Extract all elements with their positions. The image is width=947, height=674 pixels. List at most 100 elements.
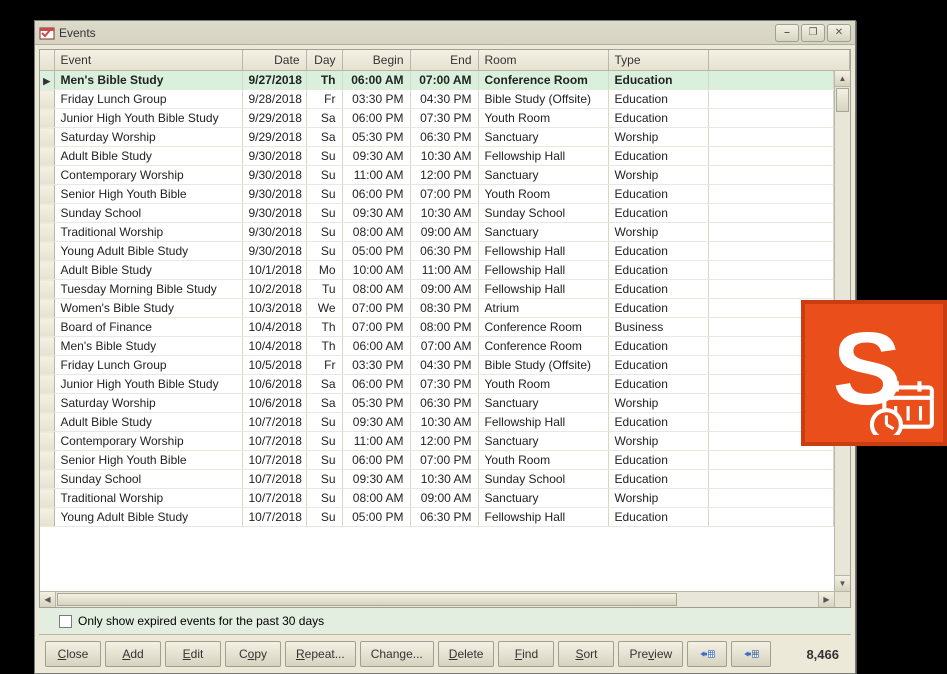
horizontal-scrollbar[interactable]: ◀ ▶ bbox=[40, 591, 850, 607]
day-cell[interactable]: Sa bbox=[306, 109, 342, 128]
day-cell[interactable]: Tu bbox=[306, 280, 342, 299]
room-cell[interactable]: Fellowship Hall bbox=[478, 413, 608, 432]
day-cell[interactable]: Sa bbox=[306, 375, 342, 394]
room-cell[interactable]: Bible Study (Offsite) bbox=[478, 90, 608, 109]
column-header-date[interactable]: Date bbox=[242, 50, 306, 71]
day-cell[interactable]: Sa bbox=[306, 394, 342, 413]
type-cell[interactable]: Education bbox=[608, 508, 708, 527]
scroll-left-button[interactable]: ◀ bbox=[40, 592, 56, 607]
begin-cell[interactable]: 10:00 AM bbox=[342, 261, 410, 280]
table-row[interactable]: Saturday Worship10/6/2018Sa05:30 PM06:30… bbox=[40, 394, 834, 413]
end-cell[interactable]: 09:00 AM bbox=[410, 223, 478, 242]
row-header[interactable] bbox=[40, 394, 54, 413]
type-cell[interactable]: Education bbox=[608, 147, 708, 166]
type-cell[interactable]: Education bbox=[608, 280, 708, 299]
table-row[interactable]: Adult Bible Study10/7/2018Su09:30 AM10:3… bbox=[40, 413, 834, 432]
row-header[interactable] bbox=[40, 204, 54, 223]
begin-cell[interactable]: 03:30 PM bbox=[342, 356, 410, 375]
end-cell[interactable]: 07:00 PM bbox=[410, 185, 478, 204]
table-row[interactable]: Senior High Youth Bible9/30/2018Su06:00 … bbox=[40, 185, 834, 204]
type-cell[interactable]: Business bbox=[608, 318, 708, 337]
type-cell[interactable]: Worship bbox=[608, 394, 708, 413]
day-cell[interactable]: Sa bbox=[306, 128, 342, 147]
table-row[interactable]: Adult Bible Study9/30/2018Su09:30 AM10:3… bbox=[40, 147, 834, 166]
end-cell[interactable]: 08:00 PM bbox=[410, 318, 478, 337]
end-cell[interactable]: 11:00 AM bbox=[410, 261, 478, 280]
day-cell[interactable]: Fr bbox=[306, 90, 342, 109]
date-cell[interactable]: 10/7/2018 bbox=[242, 413, 306, 432]
date-cell[interactable]: 9/30/2018 bbox=[242, 204, 306, 223]
type-cell[interactable]: Education bbox=[608, 337, 708, 356]
type-cell[interactable]: Education bbox=[608, 375, 708, 394]
type-cell[interactable]: Education bbox=[608, 242, 708, 261]
event-cell[interactable]: Contemporary Worship bbox=[54, 166, 242, 185]
begin-cell[interactable]: 06:00 PM bbox=[342, 109, 410, 128]
event-cell[interactable]: Saturday Worship bbox=[54, 128, 242, 147]
room-cell[interactable]: Sanctuary bbox=[478, 128, 608, 147]
table-row[interactable]: Traditional Worship10/7/2018Su08:00 AM09… bbox=[40, 489, 834, 508]
begin-cell[interactable]: 06:00 PM bbox=[342, 451, 410, 470]
end-cell[interactable]: 10:30 AM bbox=[410, 470, 478, 489]
begin-cell[interactable]: 06:00 PM bbox=[342, 185, 410, 204]
day-cell[interactable]: Su bbox=[306, 508, 342, 527]
date-cell[interactable]: 10/4/2018 bbox=[242, 337, 306, 356]
date-cell[interactable]: 10/1/2018 bbox=[242, 261, 306, 280]
room-cell[interactable]: Youth Room bbox=[478, 109, 608, 128]
type-cell[interactable]: Worship bbox=[608, 166, 708, 185]
end-cell[interactable]: 07:00 AM bbox=[410, 71, 478, 90]
room-cell[interactable]: Youth Room bbox=[478, 375, 608, 394]
event-cell[interactable]: Senior High Youth Bible bbox=[54, 185, 242, 204]
row-header[interactable] bbox=[40, 261, 54, 280]
day-cell[interactable]: Su bbox=[306, 451, 342, 470]
begin-cell[interactable]: 07:00 PM bbox=[342, 299, 410, 318]
event-cell[interactable]: Young Adult Bible Study bbox=[54, 508, 242, 527]
room-cell[interactable]: Bible Study (Offsite) bbox=[478, 356, 608, 375]
close-window-button[interactable]: ✕ bbox=[827, 24, 851, 42]
type-cell[interactable]: Education bbox=[608, 451, 708, 470]
close-button[interactable]: Close bbox=[45, 641, 101, 667]
table-row[interactable]: Friday Lunch Group9/28/2018Fr03:30 PM04:… bbox=[40, 90, 834, 109]
room-cell[interactable]: Sunday School bbox=[478, 204, 608, 223]
event-cell[interactable]: Junior High Youth Bible Study bbox=[54, 375, 242, 394]
room-cell[interactable]: Fellowship Hall bbox=[478, 147, 608, 166]
room-cell[interactable]: Sanctuary bbox=[478, 432, 608, 451]
end-cell[interactable]: 06:30 PM bbox=[410, 242, 478, 261]
date-cell[interactable]: 10/6/2018 bbox=[242, 375, 306, 394]
date-cell[interactable]: 9/28/2018 bbox=[242, 90, 306, 109]
day-cell[interactable]: Su bbox=[306, 223, 342, 242]
end-cell[interactable]: 09:00 AM bbox=[410, 489, 478, 508]
horizontal-scroll-thumb[interactable] bbox=[57, 593, 677, 606]
begin-cell[interactable]: 06:00 PM bbox=[342, 375, 410, 394]
end-cell[interactable]: 06:30 PM bbox=[410, 394, 478, 413]
expired-only-checkbox[interactable] bbox=[59, 615, 72, 628]
row-header[interactable] bbox=[40, 337, 54, 356]
room-cell[interactable]: Sanctuary bbox=[478, 166, 608, 185]
column-header-end[interactable]: End bbox=[410, 50, 478, 71]
scroll-right-button[interactable]: ▶ bbox=[818, 592, 834, 607]
titlebar[interactable]: Events ⎯ ❐ ✕ bbox=[35, 21, 855, 45]
date-cell[interactable]: 10/7/2018 bbox=[242, 470, 306, 489]
date-cell[interactable]: 10/7/2018 bbox=[242, 489, 306, 508]
event-cell[interactable]: Junior High Youth Bible Study bbox=[54, 109, 242, 128]
table-row[interactable]: Contemporary Worship10/7/2018Su11:00 AM1… bbox=[40, 432, 834, 451]
type-cell[interactable]: Education bbox=[608, 185, 708, 204]
date-cell[interactable]: 10/5/2018 bbox=[242, 356, 306, 375]
minimize-button[interactable]: ⎯ bbox=[775, 24, 799, 42]
type-cell[interactable]: Education bbox=[608, 299, 708, 318]
copy-button[interactable]: Copy bbox=[225, 641, 281, 667]
table-row[interactable]: Board of Finance10/4/2018Th07:00 PM08:00… bbox=[40, 318, 834, 337]
row-header[interactable] bbox=[40, 280, 54, 299]
event-cell[interactable]: Board of Finance bbox=[54, 318, 242, 337]
day-cell[interactable]: Su bbox=[306, 166, 342, 185]
room-cell[interactable]: Conference Room bbox=[478, 71, 608, 90]
type-cell[interactable]: Worship bbox=[608, 128, 708, 147]
edit-button[interactable]: Edit bbox=[165, 641, 221, 667]
event-cell[interactable]: Tuesday Morning Bible Study bbox=[54, 280, 242, 299]
preview-button[interactable]: Preview bbox=[618, 641, 683, 667]
begin-cell[interactable]: 03:30 PM bbox=[342, 90, 410, 109]
type-cell[interactable]: Education bbox=[608, 109, 708, 128]
row-header[interactable] bbox=[40, 508, 54, 527]
event-cell[interactable]: Friday Lunch Group bbox=[54, 356, 242, 375]
row-header[interactable] bbox=[40, 489, 54, 508]
type-cell[interactable]: Education bbox=[608, 71, 708, 90]
